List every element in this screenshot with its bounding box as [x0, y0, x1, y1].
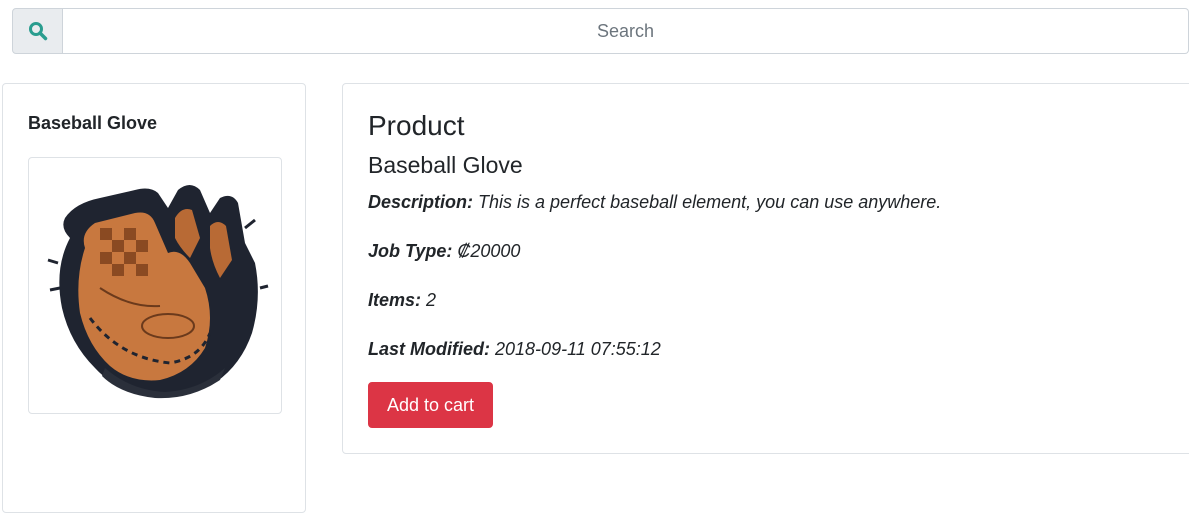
last-modified-row: Last Modified: 2018-09-11 07:55:12: [368, 339, 661, 360]
product-detail-card: Product Baseball Glove Description: This…: [342, 83, 1189, 454]
product-name: Baseball Glove: [368, 152, 523, 178]
description-row: Description: This is a perfect baseball …: [368, 192, 941, 213]
search-bar: [12, 8, 1189, 54]
add-to-cart-button[interactable]: Add to cart: [368, 382, 493, 428]
search-button[interactable]: [12, 8, 63, 54]
description-value: This is a perfect baseball element, you …: [478, 192, 942, 212]
job-type-value: ₡20000: [457, 241, 521, 261]
last-modified-label: Last Modified:: [368, 339, 490, 359]
baseball-glove-image: [47, 185, 269, 399]
product-sidebar-card: Baseball Glove: [2, 83, 306, 513]
last-modified-value: 2018-09-11 07:55:12: [495, 339, 661, 359]
page-title: Product: [368, 110, 465, 141]
items-label: Items:: [368, 290, 422, 310]
sidebar-product-title: Baseball Glove: [28, 113, 158, 133]
product-thumbnail[interactable]: [28, 157, 282, 414]
items-value: 2: [426, 290, 437, 310]
search-icon: [28, 22, 47, 41]
items-row: Items: 2: [368, 290, 436, 311]
description-label: Description:: [368, 192, 474, 212]
job-type-label: Job Type:: [368, 241, 453, 261]
search-input[interactable]: [63, 8, 1189, 54]
job-type-row: Job Type: ₡20000: [368, 241, 520, 262]
